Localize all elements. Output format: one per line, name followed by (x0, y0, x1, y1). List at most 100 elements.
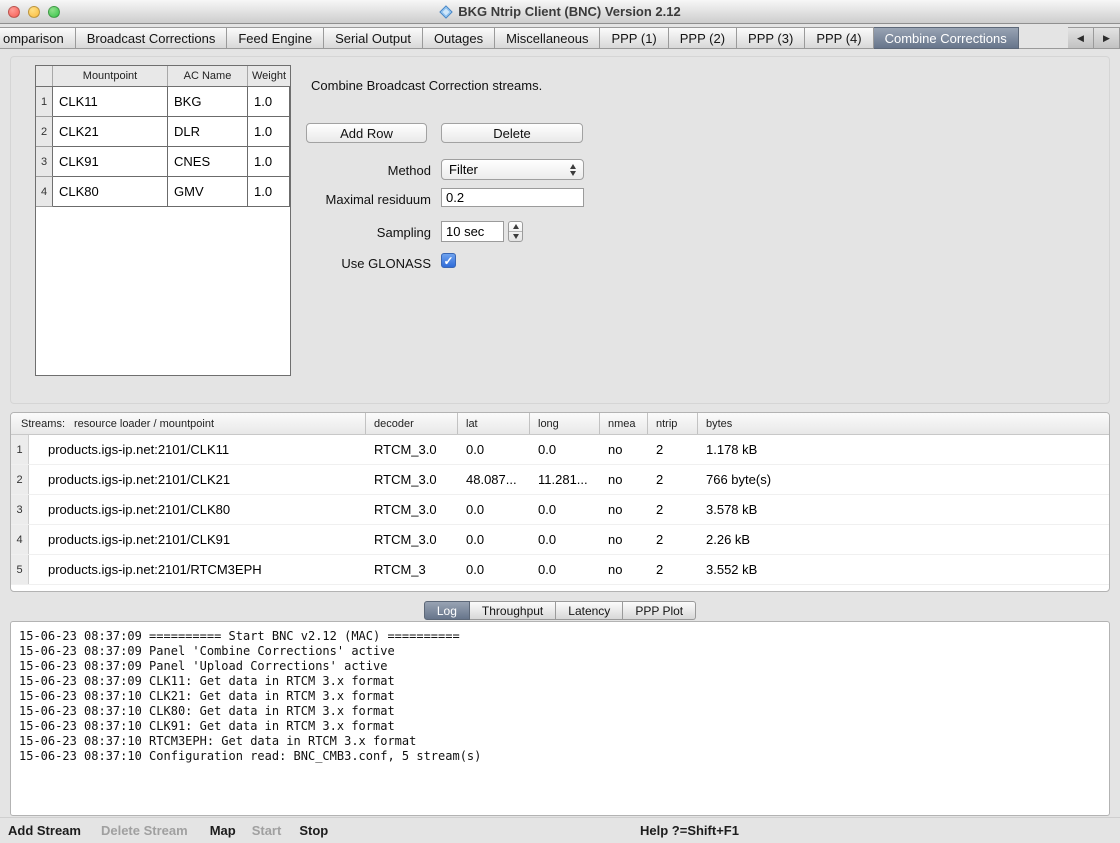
tab-log[interactable]: Log (424, 601, 470, 620)
maximal-residuum-input[interactable] (441, 188, 584, 207)
row-number: 2 (36, 117, 53, 147)
combine-table-row: 1 CLK11 BKG 1.0 (36, 87, 290, 117)
title-bar: BKG Ntrip Client (BNC) Version 2.12 (0, 0, 1120, 24)
streams-header-bytes: bytes (698, 413, 1109, 434)
streams-header-lat: lat (458, 413, 530, 434)
cell-ntrip: 2 (648, 525, 698, 554)
panel-description: Combine Broadcast Correction streams. (311, 78, 542, 93)
tab-latency[interactable]: Latency (556, 601, 623, 620)
log-line: 15-06-23 08:37:09 ========== Start BNC v… (19, 629, 1109, 644)
combine-header-ac-name: AC Name (168, 66, 248, 86)
cell-nmea: no (600, 435, 648, 464)
start-button[interactable]: Start (252, 823, 282, 838)
stream-row[interactable]: 3 products.igs-ip.net:2101/CLK80 RTCM_3.… (11, 495, 1109, 525)
tab-ppp-plot[interactable]: PPP Plot (623, 601, 696, 620)
row-number: 3 (11, 495, 29, 524)
app-icon (439, 5, 453, 19)
tab-feed-engine[interactable]: Feed Engine (227, 27, 324, 49)
cell-ntrip: 2 (648, 465, 698, 494)
minimize-button[interactable] (28, 6, 40, 18)
method-select[interactable]: Filter (441, 159, 584, 180)
stepper-down-icon[interactable] (509, 232, 522, 241)
cell-lat: 48.087... (458, 465, 530, 494)
sampling-stepper[interactable] (508, 221, 523, 242)
combine-table: Mountpoint AC Name Weight 1 CLK11 BKG 1.… (35, 65, 291, 376)
tab-combine-corrections[interactable]: Combine Corrections (874, 27, 1019, 49)
bottom-tab-bar: Log Throughput Latency PPP Plot (0, 601, 1120, 620)
tab-serial-output[interactable]: Serial Output (324, 27, 423, 49)
tab-scroll-right-icon[interactable]: ▶ (1094, 27, 1120, 49)
streams-header-subtitle: resource loader / mountpoint (74, 418, 214, 430)
cell-ac-name[interactable]: BKG (168, 87, 248, 117)
cell-nmea: no (600, 525, 648, 554)
log-line: 15-06-23 08:37:09 Panel 'Upload Correcti… (19, 659, 1109, 674)
cell-mountpoint[interactable]: CLK11 (53, 87, 168, 117)
close-button[interactable] (8, 6, 20, 18)
tab-ppp-2[interactable]: PPP (2) (669, 27, 737, 49)
method-label: Method (203, 163, 431, 178)
tab-outages[interactable]: Outages (423, 27, 495, 49)
row-number: 2 (11, 465, 29, 494)
cell-lat: 0.0 (458, 525, 530, 554)
cell-decoder: RTCM_3.0 (366, 525, 458, 554)
app-window: BKG Ntrip Client (BNC) Version 2.12 ompa… (0, 0, 1120, 843)
use-glonass-checkbox[interactable] (441, 253, 456, 268)
add-row-button[interactable]: Add Row (306, 123, 427, 143)
cell-decoder: RTCM_3.0 (366, 435, 458, 464)
cell-long: 0.0 (530, 525, 600, 554)
cell-ntrip: 2 (648, 495, 698, 524)
tab-throughput[interactable]: Throughput (470, 601, 556, 620)
cell-mountpoint[interactable]: CLK80 (53, 177, 168, 207)
cell-bytes: 2.26 kB (698, 525, 1109, 554)
cell-ac-name[interactable]: DLR (168, 117, 248, 147)
stop-button[interactable]: Stop (299, 823, 328, 838)
log-line: 15-06-23 08:37:09 CLK11: Get data in RTC… (19, 674, 1109, 689)
cell-bytes: 3.578 kB (698, 495, 1109, 524)
cell-weight[interactable]: 1.0 (248, 117, 290, 147)
streams-table: Streams: resource loader / mountpoint de… (10, 412, 1110, 592)
zoom-button[interactable] (48, 6, 60, 18)
cell-mountpoint: products.igs-ip.net:2101/RTCM3EPH (29, 555, 366, 584)
stream-row[interactable]: 5 products.igs-ip.net:2101/RTCM3EPH RTCM… (11, 555, 1109, 585)
tab-scroll-left-icon[interactable]: ◀ (1068, 27, 1094, 49)
tab-miscellaneous[interactable]: Miscellaneous (495, 27, 600, 49)
combine-table-row: 2 CLK21 DLR 1.0 (36, 117, 290, 147)
cell-mountpoint[interactable]: CLK91 (53, 147, 168, 177)
cell-mountpoint[interactable]: CLK21 (53, 117, 168, 147)
stepper-up-icon[interactable] (509, 222, 522, 232)
stream-row[interactable]: 4 products.igs-ip.net:2101/CLK91 RTCM_3.… (11, 525, 1109, 555)
log-line: 15-06-23 08:37:10 CLK80: Get data in RTC… (19, 704, 1109, 719)
tab-ppp-1[interactable]: PPP (1) (600, 27, 668, 49)
cell-lat: 0.0 (458, 555, 530, 584)
stream-row[interactable]: 2 products.igs-ip.net:2101/CLK21 RTCM_3.… (11, 465, 1109, 495)
log-output[interactable]: 15-06-23 08:37:09 ========== Start BNC v… (10, 621, 1110, 816)
combine-corrections-panel: Mountpoint AC Name Weight 1 CLK11 BKG 1.… (10, 56, 1110, 404)
combine-header-rownum (36, 66, 53, 86)
add-stream-button[interactable]: Add Stream (8, 823, 81, 838)
cell-mountpoint: products.igs-ip.net:2101/CLK91 (29, 525, 366, 554)
map-button[interactable]: Map (210, 823, 236, 838)
tab-comparison[interactable]: omparison (0, 27, 76, 49)
combine-header-mountpoint: Mountpoint (53, 66, 168, 86)
row-number: 5 (11, 555, 29, 584)
cell-nmea: no (600, 495, 648, 524)
tab-broadcast-corrections[interactable]: Broadcast Corrections (76, 27, 228, 49)
delete-row-button[interactable]: Delete (441, 123, 583, 143)
cell-long: 0.0 (530, 495, 600, 524)
bottom-toolbar: Add Stream Delete Stream Map Start Stop … (0, 817, 1120, 843)
cell-long: 0.0 (530, 435, 600, 464)
help-shortcut-label: Help ?=Shift+F1 (640, 823, 739, 838)
cell-ntrip: 2 (648, 555, 698, 584)
sampling-input[interactable] (441, 221, 504, 242)
cell-bytes: 766 byte(s) (698, 465, 1109, 494)
stream-row[interactable]: 1 products.igs-ip.net:2101/CLK11 RTCM_3.… (11, 435, 1109, 465)
streams-header-nmea: nmea (600, 413, 648, 434)
cell-nmea: no (600, 555, 648, 584)
delete-stream-button[interactable]: Delete Stream (101, 823, 188, 838)
tab-ppp-4[interactable]: PPP (4) (805, 27, 873, 49)
tab-ppp-3[interactable]: PPP (3) (737, 27, 805, 49)
cell-lat: 0.0 (458, 495, 530, 524)
use-glonass-label: Use GLONASS (203, 256, 431, 271)
row-number: 1 (11, 435, 29, 464)
cell-weight[interactable]: 1.0 (248, 87, 290, 117)
